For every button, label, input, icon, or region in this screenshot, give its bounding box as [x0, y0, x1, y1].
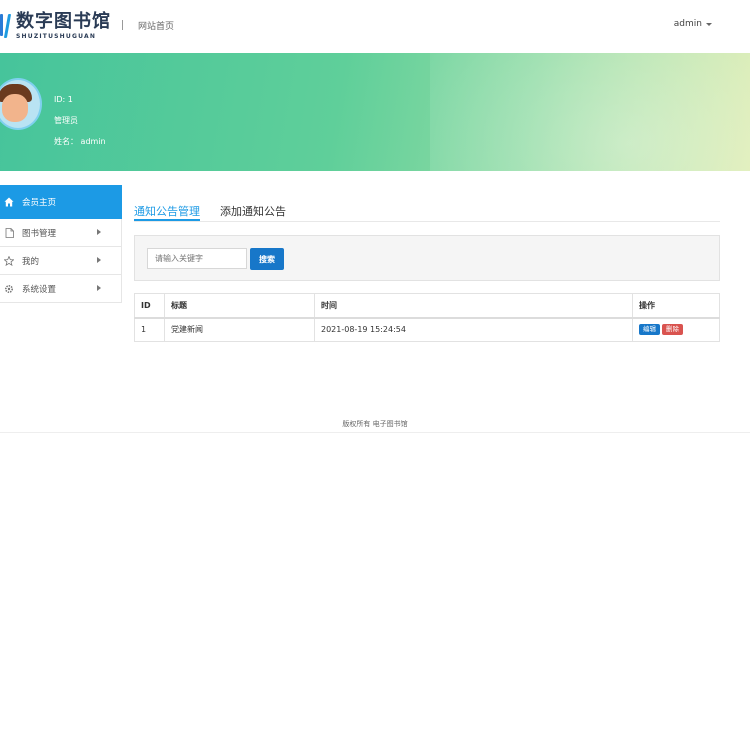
sidebar-item-label: 我的 — [22, 256, 40, 267]
edit-button[interactable]: 编辑 — [639, 324, 660, 336]
table-row: 1 党建新闻 2021-08-19 15:24:54 编辑 删除 — [134, 317, 720, 342]
user-id: ID: 1 — [54, 95, 73, 104]
user-role: 管理员 — [54, 116, 78, 125]
notice-table: ID 标题 时间 操作 1 党建新闻 2021-08-19 15:24:54 编… — [134, 293, 720, 342]
column-header-id: ID — [134, 293, 165, 319]
site-logo[interactable]: 数字图书馆 SHUZITUSHUGUAN — [0, 12, 111, 40]
profile-banner: ID: 1 管理员 姓名： admin — [0, 53, 750, 171]
cell-time: 2021-08-19 15:24:54 — [314, 317, 633, 342]
logo-text: 数字图书馆 SHUZITUSHUGUAN — [16, 11, 111, 41]
tab-add-notice[interactable]: 添加通知公告 — [220, 196, 286, 221]
top-header: 数字图书馆 SHUZITUSHUGUAN 网站首页 admin — [0, 0, 750, 52]
sidebar-item-system-settings[interactable]: 系统设置 — [0, 275, 122, 303]
avatar — [0, 78, 42, 130]
tab-bar: 通知公告管理 添加通知公告 — [134, 196, 720, 222]
logo-mark-icon — [0, 12, 14, 40]
nav-home-link[interactable]: 网站首页 — [138, 19, 174, 32]
star-icon — [4, 255, 14, 266]
cell-actions: 编辑 删除 — [632, 317, 720, 342]
user-name: 姓名： admin — [54, 137, 106, 146]
sidebar-item-label: 系统设置 — [22, 284, 57, 295]
tab-notice-management[interactable]: 通知公告管理 — [134, 196, 200, 221]
caret-down-icon — [706, 22, 712, 26]
document-icon — [4, 227, 14, 238]
search-input[interactable] — [147, 248, 247, 269]
sidebar-item-label: 图书管理 — [22, 228, 57, 239]
sidebar-item-member-home[interactable]: 会员主页 — [0, 185, 122, 219]
chevron-right-icon — [97, 285, 101, 291]
delete-button[interactable]: 删除 — [662, 324, 683, 336]
sidebar-item-book-management[interactable]: 图书管理 — [0, 219, 122, 247]
user-menu[interactable]: admin — [674, 19, 712, 29]
main-content: 通知公告管理 添加通知公告 搜索 ID 标题 时间 操作 1 党建新闻 2021… — [134, 196, 720, 342]
cell-title: 党建新闻 — [164, 317, 315, 342]
sidebar-item-label: 会员主页 — [22, 198, 57, 208]
header-divider — [122, 20, 123, 30]
column-header-time: 时间 — [314, 293, 633, 319]
home-icon — [4, 197, 14, 207]
chevron-right-icon — [97, 257, 101, 263]
column-header-title: 标题 — [164, 293, 315, 319]
chevron-right-icon — [97, 229, 101, 235]
sidebar: 会员主页 图书管理 我的 系统设置 — [0, 185, 122, 303]
table-header-row: ID 标题 时间 操作 — [134, 293, 720, 319]
cell-id: 1 — [134, 317, 165, 342]
sidebar-item-mine[interactable]: 我的 — [0, 247, 122, 275]
logo-subtitle: SHUZITUSHUGUAN — [16, 33, 97, 40]
gear-icon — [4, 284, 14, 294]
footer-copyright: 版权所有 电子图书馆 — [0, 415, 750, 433]
search-button[interactable]: 搜索 — [250, 248, 284, 270]
search-panel: 搜索 — [134, 235, 720, 281]
user-menu-label: admin — [673, 19, 702, 29]
user-info: ID: 1 管理员 姓名： admin — [54, 89, 106, 152]
logo-title: 数字图书馆 — [16, 11, 111, 32]
column-header-actions: 操作 — [632, 293, 720, 319]
